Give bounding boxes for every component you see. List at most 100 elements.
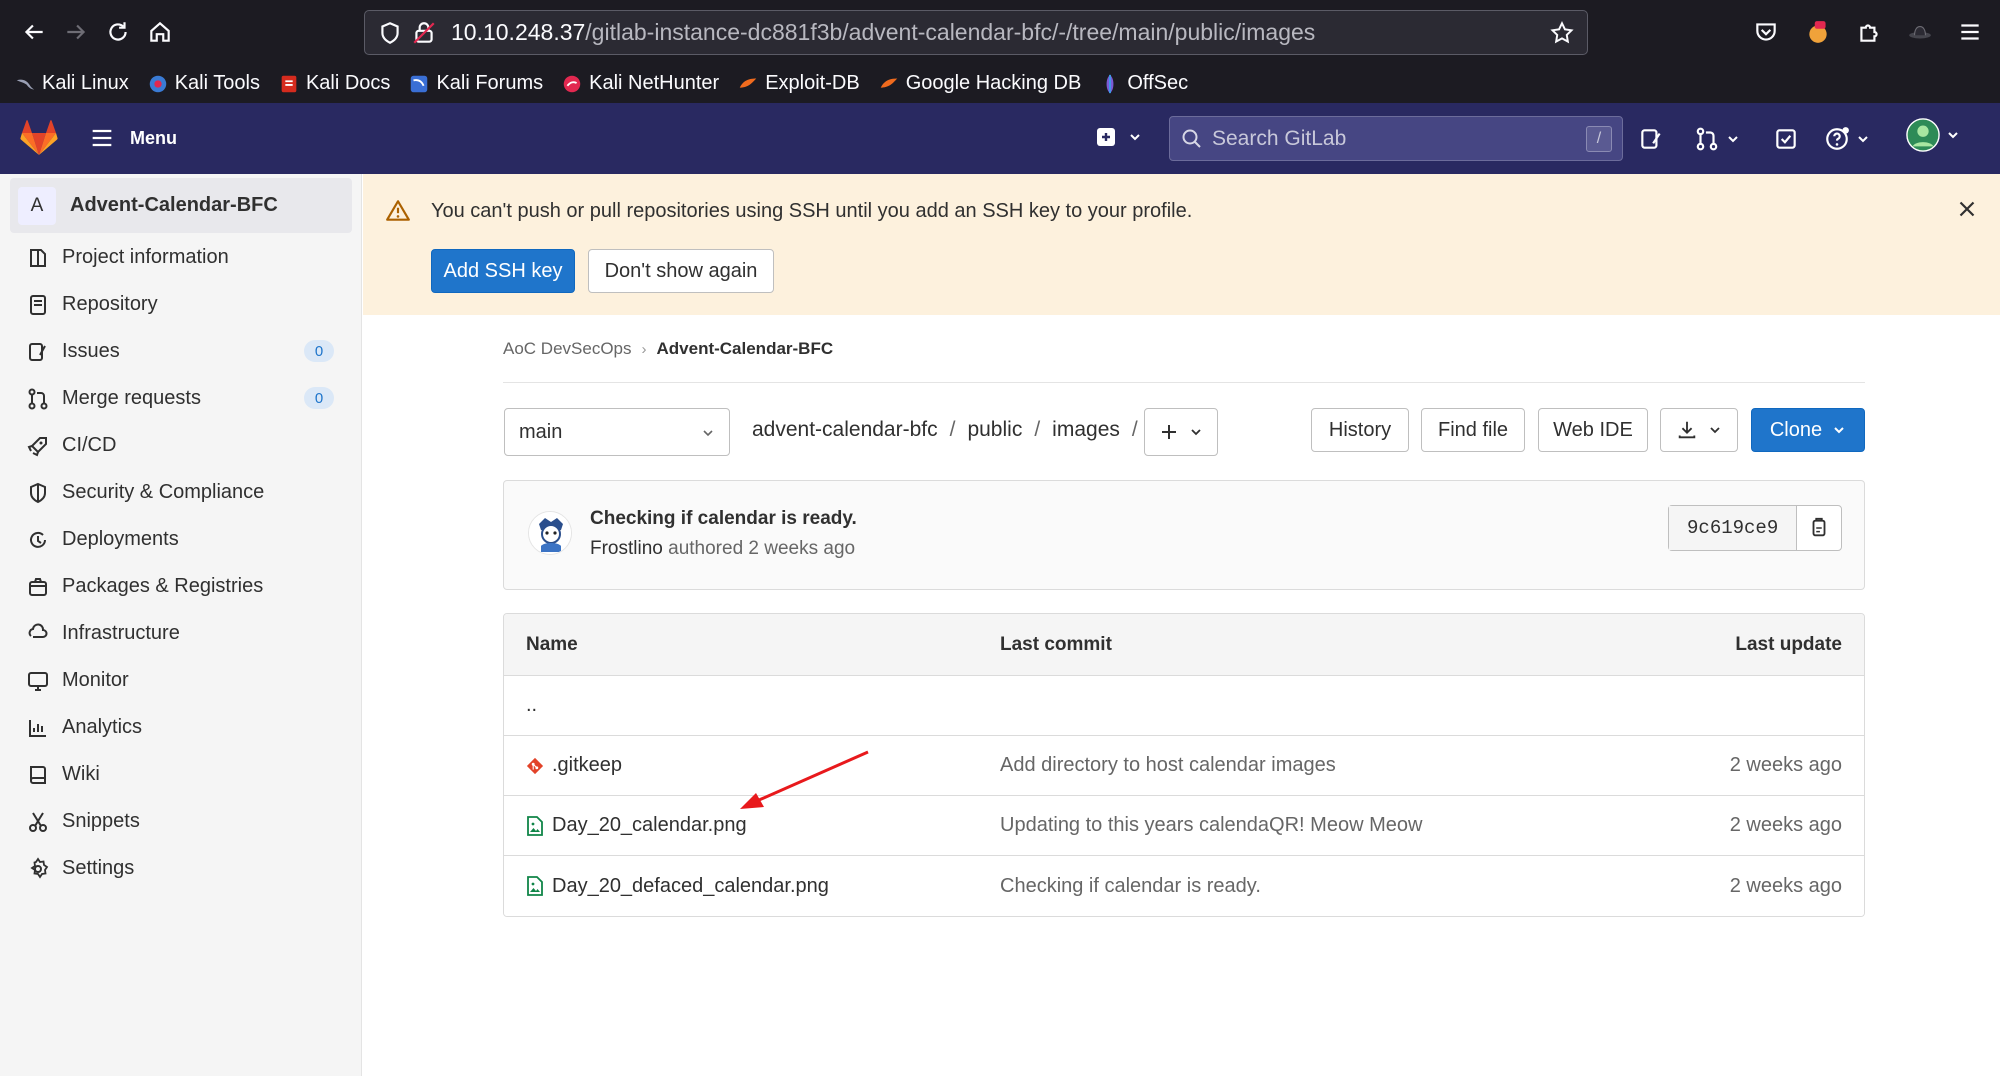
sidebar-item-deployments[interactable]: Deployments bbox=[0, 516, 362, 563]
file-commit-message-link[interactable]: Checking if calendar is ready. bbox=[1000, 856, 1261, 916]
bookmark-kali-tools[interactable]: Kali Tools bbox=[147, 72, 260, 95]
extension-foxyproxy-button[interactable] bbox=[1798, 12, 1838, 52]
bookmark-kali-forums[interactable]: Kali Forums bbox=[408, 72, 543, 95]
sidebar-item-issues[interactable]: Issues 0 bbox=[0, 328, 362, 375]
file-name-link[interactable]: Day_20_calendar.png bbox=[526, 796, 747, 855]
path-segment-link[interactable]: images bbox=[1052, 418, 1120, 442]
sidebar-project-header[interactable]: A Advent-Calendar-BFC bbox=[10, 178, 352, 233]
project-avatar: A bbox=[18, 186, 56, 225]
close-icon[interactable] bbox=[1954, 196, 1980, 222]
sidebar-item-packages-registries[interactable]: Packages & Registries bbox=[0, 563, 362, 610]
path-segment-link[interactable]: public bbox=[967, 418, 1022, 442]
file-commit-message-link[interactable]: Updating to this years calendaQR! Meow M… bbox=[1000, 796, 1422, 855]
branch-selector[interactable]: main bbox=[504, 408, 730, 456]
add-ssh-key-button[interactable]: Add SSH key bbox=[431, 249, 575, 293]
home-button[interactable] bbox=[140, 12, 180, 52]
commit-title-link[interactable]: Checking if calendar is ready. bbox=[590, 508, 857, 530]
app-menu-button[interactable] bbox=[1950, 12, 1990, 52]
sidebar-item-snippets[interactable]: Snippets bbox=[0, 798, 362, 845]
breadcrumb-group-link[interactable]: AoC DevSecOps bbox=[503, 339, 632, 359]
gitlab-logo-icon[interactable] bbox=[20, 120, 58, 156]
file-name-link[interactable]: .gitkeep bbox=[526, 736, 622, 795]
sidebar-item-repository[interactable]: Repository bbox=[0, 281, 362, 328]
sidebar-item-label: Infrastructure bbox=[62, 622, 180, 644]
todos-header-button[interactable] bbox=[1773, 125, 1799, 153]
back-button[interactable] bbox=[14, 12, 54, 52]
clone-dropdown[interactable]: Clone bbox=[1751, 408, 1865, 452]
sidebar-item-project-information[interactable]: Project information bbox=[0, 234, 362, 281]
bookmark-label: Google Hacking DB bbox=[905, 72, 1082, 94]
chevron-down-icon bbox=[1728, 136, 1738, 143]
infrastructure-icon bbox=[28, 622, 48, 638]
add-to-tree-dropdown[interactable] bbox=[1144, 408, 1218, 456]
table-row[interactable]: Day_20_defaced_calendar.png Checking if … bbox=[504, 856, 1864, 916]
search-input[interactable] bbox=[1212, 126, 1572, 151]
forward-button[interactable] bbox=[56, 12, 96, 52]
breadcrumb-project-link[interactable]: Advent-Calendar-BFC bbox=[657, 339, 834, 359]
commit-author-avatar[interactable] bbox=[528, 511, 572, 555]
path-segment-link[interactable]: advent-calendar-bfc bbox=[752, 418, 938, 442]
sidebar-item-security-compliance[interactable]: Security & Compliance bbox=[0, 469, 362, 516]
help-header-button[interactable] bbox=[1824, 125, 1870, 153]
bookmark-label: OffSec bbox=[1127, 72, 1189, 94]
file-last-update: 2 weeks ago bbox=[1729, 754, 1842, 776]
table-header: Name Last commit Last update bbox=[504, 614, 1864, 676]
table-row-parent[interactable]: .. bbox=[504, 676, 1864, 736]
dont-show-again-button[interactable]: Don't show again bbox=[588, 249, 774, 293]
extensions-button[interactable] bbox=[1849, 12, 1889, 52]
issues-count-badge: 0 bbox=[304, 340, 334, 362]
sidebar-item-wiki[interactable]: Wiki bbox=[0, 751, 362, 798]
reload-icon bbox=[109, 22, 127, 41]
account-hat-button[interactable] bbox=[1900, 12, 1940, 52]
sidebar-item-analytics[interactable]: Analytics bbox=[0, 704, 362, 751]
web-ide-button[interactable]: Web IDE bbox=[1538, 408, 1648, 452]
bookmark-kali-nethunter[interactable]: Kali NetHunter bbox=[561, 72, 719, 95]
column-header-last-commit: Last commit bbox=[1000, 633, 1112, 655]
bookmark-google-hacking-db[interactable]: Google Hacking DB bbox=[878, 72, 1082, 95]
menu-button[interactable]: Menu bbox=[88, 124, 177, 152]
table-row[interactable]: Day_20_calendar.png Updating to this yea… bbox=[504, 796, 1864, 856]
copy-sha-button[interactable] bbox=[1797, 506, 1841, 550]
commit-author-link[interactable]: Frostlino bbox=[590, 538, 663, 559]
merge-requests-header-button[interactable] bbox=[1694, 125, 1740, 153]
find-file-button[interactable]: Find file bbox=[1421, 408, 1525, 452]
file-commit-message-link[interactable]: Add directory to host calendar images bbox=[1000, 736, 1336, 795]
commit-sha-label[interactable]: 9c619ce9 bbox=[1669, 506, 1798, 550]
issues-header-button[interactable] bbox=[1638, 125, 1664, 153]
history-button[interactable]: History bbox=[1311, 408, 1409, 452]
search-box[interactable]: / bbox=[1169, 116, 1623, 161]
sidebar-item-infrastructure[interactable]: Infrastructure bbox=[0, 610, 362, 657]
merge-request-icon bbox=[1696, 127, 1718, 151]
branch-name: main bbox=[519, 420, 563, 443]
sidebar-item-label: Settings bbox=[62, 857, 135, 879]
sidebar-item-monitor[interactable]: Monitor bbox=[0, 657, 362, 704]
new-dropdown-button[interactable] bbox=[1094, 125, 1142, 149]
table-row[interactable]: .gitkeep Add directory to host calendar … bbox=[504, 736, 1864, 796]
breadcrumb-divider bbox=[503, 382, 1865, 383]
user-menu-button[interactable] bbox=[1906, 118, 1960, 152]
bookmark-offsec[interactable]: OffSec bbox=[1099, 72, 1188, 95]
sidebar-item-ci-cd[interactable]: CI/CD bbox=[0, 422, 362, 469]
file-name-link[interactable]: Day_20_defaced_calendar.png bbox=[526, 856, 829, 916]
sidebar-item-settings[interactable]: Settings bbox=[0, 845, 362, 892]
bookmark-kali-linux[interactable]: Kali Linux bbox=[14, 72, 129, 95]
pocket-button[interactable] bbox=[1746, 12, 1786, 52]
bookmark-label: Exploit-DB bbox=[765, 72, 860, 94]
kali-docs-icon bbox=[281, 75, 297, 92]
bookmark-kali-docs[interactable]: Kali Docs bbox=[278, 72, 390, 95]
bookmark-label: Kali Linux bbox=[42, 72, 129, 94]
deployments-icon bbox=[30, 531, 46, 548]
reload-button[interactable] bbox=[98, 12, 138, 52]
merge-request-icon bbox=[28, 388, 48, 409]
sidebar-item-merge-requests[interactable]: Merge requests 0 bbox=[0, 375, 362, 422]
file-name: Day_20_defaced_calendar.png bbox=[552, 874, 829, 897]
alert-message: You can't push or pull repositories usin… bbox=[431, 200, 1193, 222]
url-bar[interactable]: 10.10.248.37/gitlab-instance-dc881f3b/ad… bbox=[364, 10, 1588, 55]
bookmark-star-icon[interactable] bbox=[1549, 20, 1575, 46]
bookmark-exploit-db[interactable]: Exploit-DB bbox=[737, 72, 860, 95]
path-separator: / bbox=[1131, 418, 1138, 441]
last-commit-panel: Checking if calendar is ready. Frostlino… bbox=[503, 480, 1865, 590]
parent-directory-link[interactable]: .. bbox=[526, 676, 537, 735]
download-dropdown[interactable] bbox=[1660, 408, 1738, 452]
issues-icon bbox=[1641, 129, 1661, 149]
